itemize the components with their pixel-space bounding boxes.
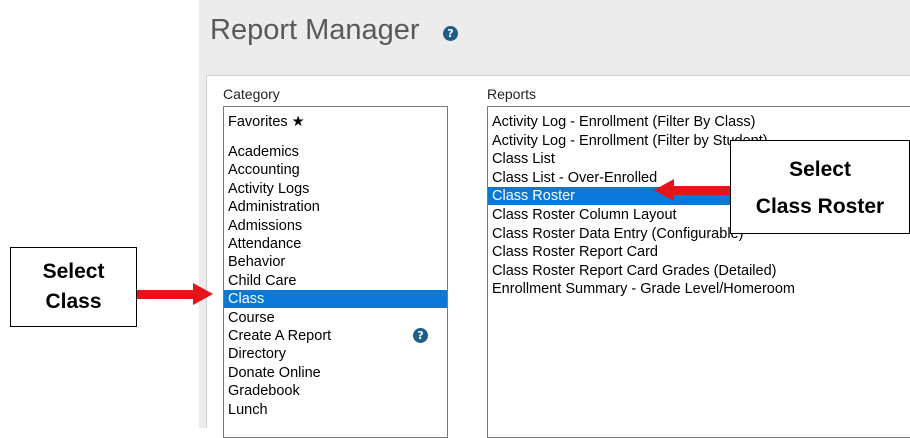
report-item[interactable]: Activity Log - Enrollment (Filter By Cla… (488, 113, 910, 131)
report-item[interactable]: Class Roster Report Card Grades (Detaile… (488, 262, 910, 280)
category-item-behavior[interactable]: Behavior (224, 253, 447, 271)
callout-class-line2: Class (45, 290, 102, 313)
help-icon[interactable]: ? (413, 328, 428, 343)
category-item-directory[interactable]: Directory (224, 345, 447, 363)
arrow-to-class-roster (654, 179, 730, 201)
category-item-donate-online[interactable]: Donate Online (224, 364, 447, 382)
callout-roster-line2: Class Roster (755, 195, 885, 218)
page-title: Report Manager (210, 14, 420, 46)
reports-label: Reports (487, 86, 537, 102)
category-item-child-care[interactable]: Child Care (224, 272, 447, 290)
report-panel: Category Reports Favorites ★ ∧ Academics… (199, 73, 910, 438)
category-item-create-a-report[interactable]: Create A Report? (224, 327, 447, 345)
callout-roster-line1: Select (789, 158, 851, 181)
category-item-course[interactable]: Course (224, 309, 447, 327)
category-item-academics[interactable]: Academics (224, 143, 447, 161)
report-item[interactable]: Enrollment Summary - Grade Level/Homeroo… (488, 280, 910, 298)
report-panel-inner: Category Reports Favorites ★ ∧ Academics… (206, 75, 910, 438)
category-item-activity-logs[interactable]: Activity Logs (224, 180, 447, 198)
category-item-lunch[interactable]: Lunch (224, 401, 447, 419)
arrow-to-class (137, 283, 213, 305)
category-label: Category (223, 86, 280, 102)
callout-select-roster: Select Class Roster (730, 140, 910, 234)
help-icon[interactable]: ? (443, 26, 458, 41)
category-item-attendance[interactable]: Attendance (224, 235, 447, 253)
report-item[interactable]: Class Roster Report Card (488, 243, 910, 261)
category-item-favorites[interactable]: Favorites ★ (224, 113, 447, 131)
category-item-admissions[interactable]: Admissions (224, 217, 447, 235)
callout-select-class: Select Class (10, 247, 137, 327)
page-header: Report Manager ? (199, 0, 910, 74)
category-item-gradebook[interactable]: Gradebook (224, 382, 447, 400)
callout-class-line1: Select (42, 260, 105, 283)
category-item-class[interactable]: Class (224, 290, 447, 309)
category-item-administration[interactable]: Administration (224, 198, 447, 216)
category-listbox[interactable]: Favorites ★ ∧ AcademicsAccountingActivit… (223, 106, 448, 438)
category-item-accounting[interactable]: Accounting (224, 161, 447, 179)
